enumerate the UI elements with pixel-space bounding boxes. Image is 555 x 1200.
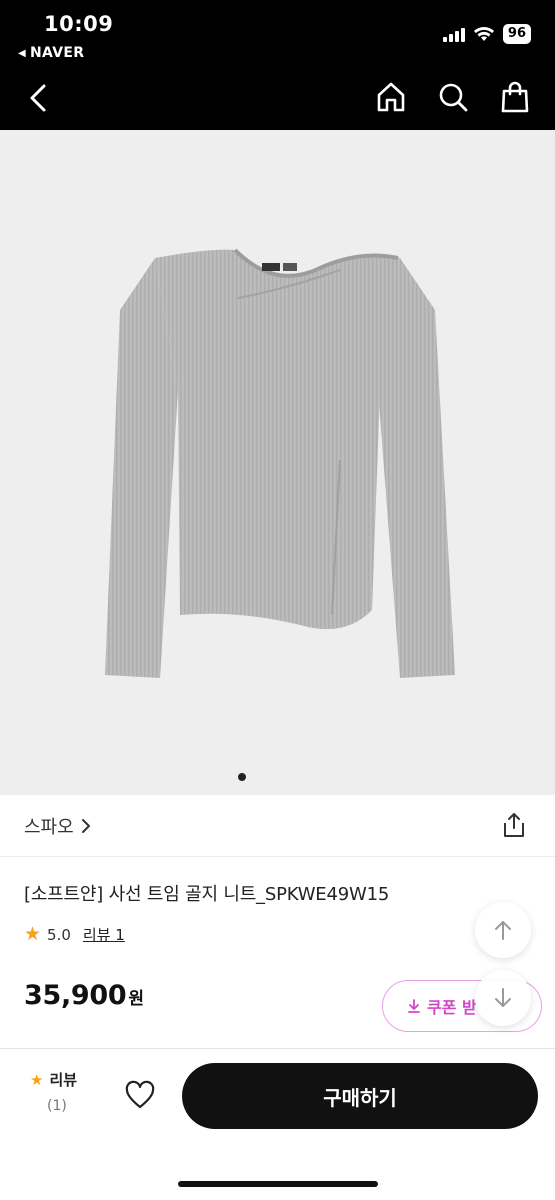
price-amount: 35,900 [24,980,127,1011]
image-pagination-dot [238,773,246,781]
brand-name: 스파오 [24,817,74,838]
brand-link[interactable]: 스파오 [24,813,92,839]
back-triangle-icon: ◀ [18,47,26,59]
star-icon: ★ [24,923,42,945]
review-summary-label-row: ★ 리뷰 [30,1069,90,1090]
shopping-bag-icon[interactable] [499,80,531,114]
sweater-image [105,248,455,678]
heart-icon[interactable] [124,1080,156,1110]
cellular-signal-icon [442,26,465,42]
search-icon[interactable] [437,80,469,114]
chevron-right-icon [81,819,90,833]
coupon-label: 쿠폰 받 [427,998,477,1017]
scroll-up-button[interactable] [475,902,531,958]
brand-row: 스파오 [0,795,555,857]
review-summary-label: 리뷰 [49,1071,78,1089]
back-chevron-icon[interactable] [24,80,56,116]
status-time: 10:09 [44,12,114,36]
home-indicator [178,1181,378,1187]
price-unit: 원 [128,989,145,1009]
bottom-action-bar: ★ 리뷰 (1) 구매하기 [0,1048,555,1200]
review-link[interactable]: 리뷰 1 [83,924,125,945]
review-summary-count: (1) [47,1098,67,1114]
download-icon [408,999,420,1013]
buy-button[interactable]: 구매하기 [182,1063,538,1129]
rating-value: 5.0 [47,925,71,944]
rating-row: ★ 5.0 리뷰 1 [24,924,125,945]
star-icon: ★ [30,1070,44,1089]
wifi-icon [473,27,494,41]
header-actions [375,80,531,114]
app-header: 10:09 ◀ NAVER 96 [0,0,555,130]
back-app-label: NAVER [30,45,85,61]
arrow-down-icon [495,988,511,1007]
price: 35,900 원 [24,980,144,1011]
arrow-up-icon [495,921,511,940]
share-icon[interactable] [501,811,527,839]
status-icons: 96 [442,24,531,44]
back-to-app-link[interactable]: ◀ NAVER [18,45,84,61]
scroll-down-button[interactable] [475,970,531,1026]
home-icon[interactable] [375,80,407,114]
product-title: [소프트얀] 사선 트임 골지 니트_SPKWE49W15 [24,884,390,905]
product-image[interactable] [0,130,555,795]
battery-level: 96 [502,24,531,44]
review-summary-button[interactable]: ★ 리뷰 (1) [30,1069,90,1115]
